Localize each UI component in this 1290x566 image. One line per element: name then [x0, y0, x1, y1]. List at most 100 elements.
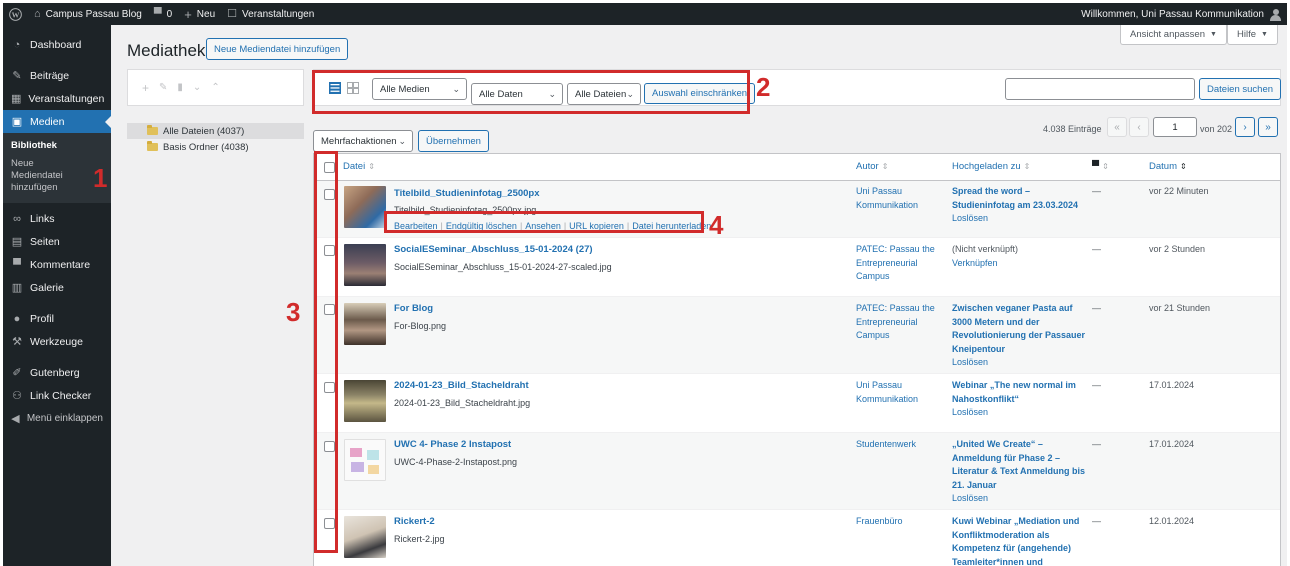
detach-link[interactable]: Loslösen	[952, 406, 1076, 420]
sidebar-item-link-checker[interactable]: ⚇ Link Checker	[3, 384, 111, 407]
file-title-link[interactable]: UWC 4- Phase 2 Instapost	[394, 439, 511, 450]
chevron-up-icon[interactable]: ⌃	[211, 82, 219, 93]
author-link[interactable]: Frauenbüro	[856, 515, 903, 529]
table-row[interactable]: Rickert-2 Rickert-2.jpg Frauenbüro Kuwi …	[314, 510, 1280, 566]
account-menu[interactable]: Willkommen, Uni Passau Kommunikation	[1081, 3, 1281, 25]
sidebar-item-beitraege[interactable]: ✎ Beiträge	[3, 64, 111, 87]
parent-post-link[interactable]: Kompetenz für (angehende)	[952, 542, 1079, 556]
sidebar-item-werkzeuge[interactable]: ⚒ Werkzeuge	[3, 330, 111, 353]
column-header-date[interactable]: Datum ⇕	[1149, 161, 1187, 172]
submenu-item-library[interactable]: Bibliothek	[3, 137, 111, 155]
add-folder-icon[interactable]: +	[142, 81, 149, 95]
sidebar-item-medien[interactable]: ▣ Medien	[3, 110, 111, 133]
parent-post-link[interactable]: Webinar „The new normal im	[952, 379, 1076, 393]
attach-link[interactable]: Verknüpfen	[952, 257, 1018, 271]
comments-cell: —	[1092, 244, 1101, 254]
parent-post-link[interactable]: Anmeldung für Phase 2 –	[952, 452, 1085, 466]
sidebar-item-veranstaltungen[interactable]: ▦ Veranstaltungen	[3, 87, 111, 110]
detach-link[interactable]: Loslösen	[952, 356, 1085, 370]
annotation-label-2: 2	[756, 72, 771, 102]
parent-post-link[interactable]: Kneipentour	[952, 343, 1085, 357]
parent-post-link[interactable]: Studieninfotag am 23.03.2024	[952, 199, 1078, 213]
comments-cell: —	[1092, 186, 1101, 196]
sidebar-item-links[interactable]: ∞ Links	[3, 207, 111, 230]
parent-post-link[interactable]: Teamleiter*innen und	[952, 556, 1079, 566]
sidebar-item-gutenberg[interactable]: ✐ Gutenberg	[3, 361, 111, 384]
page-title: Mediathek	[127, 41, 206, 60]
detach-link[interactable]: Loslösen	[952, 212, 1078, 226]
thumbnail-image[interactable]	[344, 516, 386, 558]
thumbnail-image[interactable]	[344, 303, 386, 345]
rename-folder-icon[interactable]: ✎	[159, 82, 167, 93]
author-link[interactable]: Uni Passau Kommunikation	[856, 379, 918, 406]
parent-post-link[interactable]: „United We Create“ –	[952, 438, 1085, 452]
wordpress-logo-button[interactable]: W	[3, 3, 28, 25]
apply-button[interactable]: Übernehmen	[418, 130, 489, 152]
file-title-link[interactable]: Rickert-2	[394, 516, 435, 527]
parent-post-link[interactable]: Literatur & Text Anmeldung bis	[952, 465, 1085, 479]
sidebar-item-seiten[interactable]: ▤ Seiten	[3, 230, 111, 253]
thumbnail-image[interactable]	[344, 244, 386, 286]
parent-post-link[interactable]: Kuwi Webinar „Mediation und	[952, 515, 1079, 529]
events-link[interactable]: ☐ Veranstaltungen	[221, 3, 320, 25]
file-title-link[interactable]: Titelbild_Studieninfotag_2500px	[394, 188, 540, 199]
double-chevron-left-icon: «	[1114, 121, 1120, 133]
add-new-media-button[interactable]: Neue Mediendatei hinzufügen	[206, 38, 349, 60]
next-page-button[interactable]: ›	[1235, 117, 1255, 137]
site-name-link[interactable]: ⌂ Campus Passau Blog	[28, 3, 148, 25]
table-row[interactable]: For Blog For-Blog.png PATEC: Passau the …	[314, 297, 1280, 374]
parent-post-link[interactable]: Konfliktmoderation als	[952, 529, 1079, 543]
author-line: Campus	[856, 330, 890, 340]
author-link[interactable]: PATEC: Passau the Entrepreneurial Campus	[856, 302, 935, 343]
parent-post-link[interactable]: Spread the word –	[952, 185, 1078, 199]
parent-post-link[interactable]: 21. Januar	[952, 479, 1085, 493]
chevron-down-icon[interactable]: ⌄	[193, 82, 201, 93]
delete-folder-icon[interactable]: ▮	[177, 82, 183, 93]
thumbnail-image[interactable]	[344, 380, 386, 422]
annotation-label-1: 1	[93, 163, 108, 193]
folder-toolbar: + ✎ ▮ ⌄ ⌃	[127, 69, 304, 106]
table-row[interactable]: SocialESeminar_Abschluss_15-01-2024 (27)…	[314, 238, 1280, 297]
sidebar-item-profil[interactable]: ● Profil	[3, 307, 111, 330]
admin-sidebar: ◔ Dashboard ✎ Beiträge ▦ Veranstaltungen…	[3, 25, 111, 566]
column-header-file[interactable]: Datei ⇕	[343, 161, 375, 172]
column-header-author[interactable]: Autor ⇕	[856, 161, 888, 172]
author-link[interactable]: PATEC: Passau the Entrepreneurial Campus	[856, 243, 935, 284]
table-row[interactable]: 2024-01-23_Bild_Stacheldraht 2024-01-23_…	[314, 374, 1280, 433]
search-button[interactable]: Dateien suchen	[1199, 78, 1282, 100]
events-label: Veranstaltungen	[242, 8, 315, 20]
column-header-uploaded-to[interactable]: Hochgeladen zu ⇕	[952, 161, 1030, 172]
last-page-button[interactable]: »	[1258, 117, 1278, 137]
column-header-comments[interactable]: ▀ ⇕	[1092, 161, 1109, 172]
comments-link[interactable]: ▀ 0	[148, 3, 178, 25]
search-input[interactable]	[1005, 78, 1195, 100]
file-title-link[interactable]: For Blog	[394, 303, 433, 314]
first-page-button: «	[1107, 117, 1127, 137]
file-title-link[interactable]: 2024-01-23_Bild_Stacheldraht	[394, 380, 529, 391]
file-name: SocialESeminar_Abschluss_15-01-2024-27-s…	[394, 262, 612, 272]
current-page-input[interactable]: 1	[1153, 117, 1197, 137]
table-row[interactable]: UWC 4- Phase 2 Instapost UWC-4-Phase-2-I…	[314, 433, 1280, 510]
new-content-link[interactable]: + Neu	[178, 3, 221, 25]
sidebar-item-galerie[interactable]: ▥ Galerie	[3, 276, 111, 299]
author-link[interactable]: Studentenwerk	[856, 438, 916, 452]
parent-post-link[interactable]: Nahostkonflikt“	[952, 393, 1076, 407]
screen-options-button[interactable]: Ansicht anpassen ▼	[1120, 25, 1227, 45]
folder-item-basis[interactable]: Basis Ordner (4038)	[127, 139, 304, 155]
thumbnail-image[interactable]	[344, 186, 386, 228]
parent-post-link[interactable]: Zwischen veganer Pasta auf	[952, 302, 1085, 316]
sidebar-item-dashboard[interactable]: ◔ Dashboard	[3, 33, 111, 56]
bulk-actions-select[interactable]: Mehrfachaktionen ⌄	[313, 130, 413, 152]
author-link[interactable]: Uni Passau Kommunikation	[856, 185, 918, 212]
parent-post-link[interactable]: 3000 Metern und der	[952, 316, 1085, 330]
submenu-item-add-new[interactable]: Neue Mediendatei hinzufügen	[3, 155, 87, 197]
parent-post-link[interactable]: Revolutionierung der Passauer	[952, 329, 1085, 343]
detach-link[interactable]: Loslösen	[952, 492, 1085, 506]
help-button[interactable]: Hilfe ▼	[1227, 25, 1278, 45]
file-title-link[interactable]: SocialESeminar_Abschluss_15-01-2024 (27)	[394, 244, 593, 255]
collapse-menu-button[interactable]: ◀ Menü einklappen	[3, 407, 111, 430]
sidebar-item-label: Veranstaltungen	[28, 92, 105, 105]
thumbnail-image[interactable]	[344, 439, 386, 481]
folder-item-all[interactable]: Alle Dateien (4037)	[127, 123, 304, 139]
sidebar-item-kommentare[interactable]: ▀ Kommentare	[3, 253, 111, 276]
